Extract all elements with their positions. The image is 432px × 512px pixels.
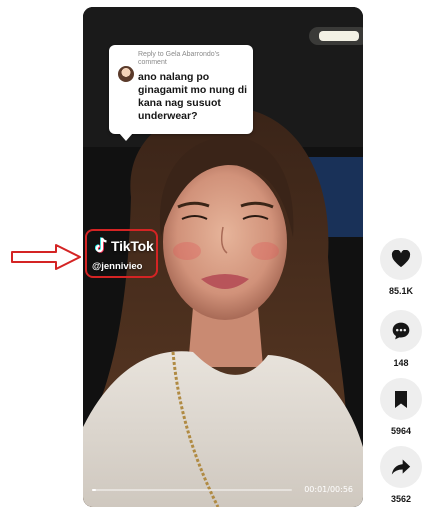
bookmark-count: 5964 <box>390 426 412 436</box>
like-action[interactable]: 85.1K <box>379 238 423 296</box>
share-action[interactable]: 3562 <box>379 446 423 504</box>
tiktok-watermark: TikTok @jennivieo <box>85 229 158 278</box>
heart-icon <box>391 250 411 268</box>
progress-bar[interactable] <box>92 489 292 491</box>
comment-icon <box>392 322 410 340</box>
progress-fill <box>92 489 96 491</box>
reply-comment-text: ano nalang po ginagamit mo nung di kana … <box>138 71 248 122</box>
comment-button[interactable] <box>380 310 422 352</box>
creator-handle: @jennivieo <box>92 261 143 272</box>
bookmark-action[interactable]: 5964 <box>379 378 423 436</box>
bookmark-icon <box>395 390 407 408</box>
commenter-avatar <box>118 66 134 82</box>
comment-count: 148 <box>393 358 409 368</box>
share-icon <box>391 459 411 475</box>
comment-action[interactable]: 148 <box>379 310 423 368</box>
bookmark-button[interactable] <box>380 378 422 420</box>
like-count: 85.1K <box>388 286 414 296</box>
annotation-arrow-icon <box>11 244 81 270</box>
time-readout: 00:01/00:56 <box>304 485 353 494</box>
share-count: 3562 <box>390 494 412 504</box>
tiktok-logo-icon <box>95 237 107 253</box>
share-button[interactable] <box>380 446 422 488</box>
comment-reply-sticker: Reply to Gela Abarrondo's comment ano na… <box>109 45 253 141</box>
tiktok-wordmark: TikTok <box>111 238 154 254</box>
reply-meta-label: Reply to Gela Abarrondo's comment <box>138 51 220 66</box>
tiktok-video-page: Reply to Gela Abarrondo's comment ano na… <box>0 0 432 512</box>
like-button[interactable] <box>380 238 422 280</box>
video-player[interactable]: Reply to Gela Abarrondo's comment ano na… <box>83 7 363 507</box>
